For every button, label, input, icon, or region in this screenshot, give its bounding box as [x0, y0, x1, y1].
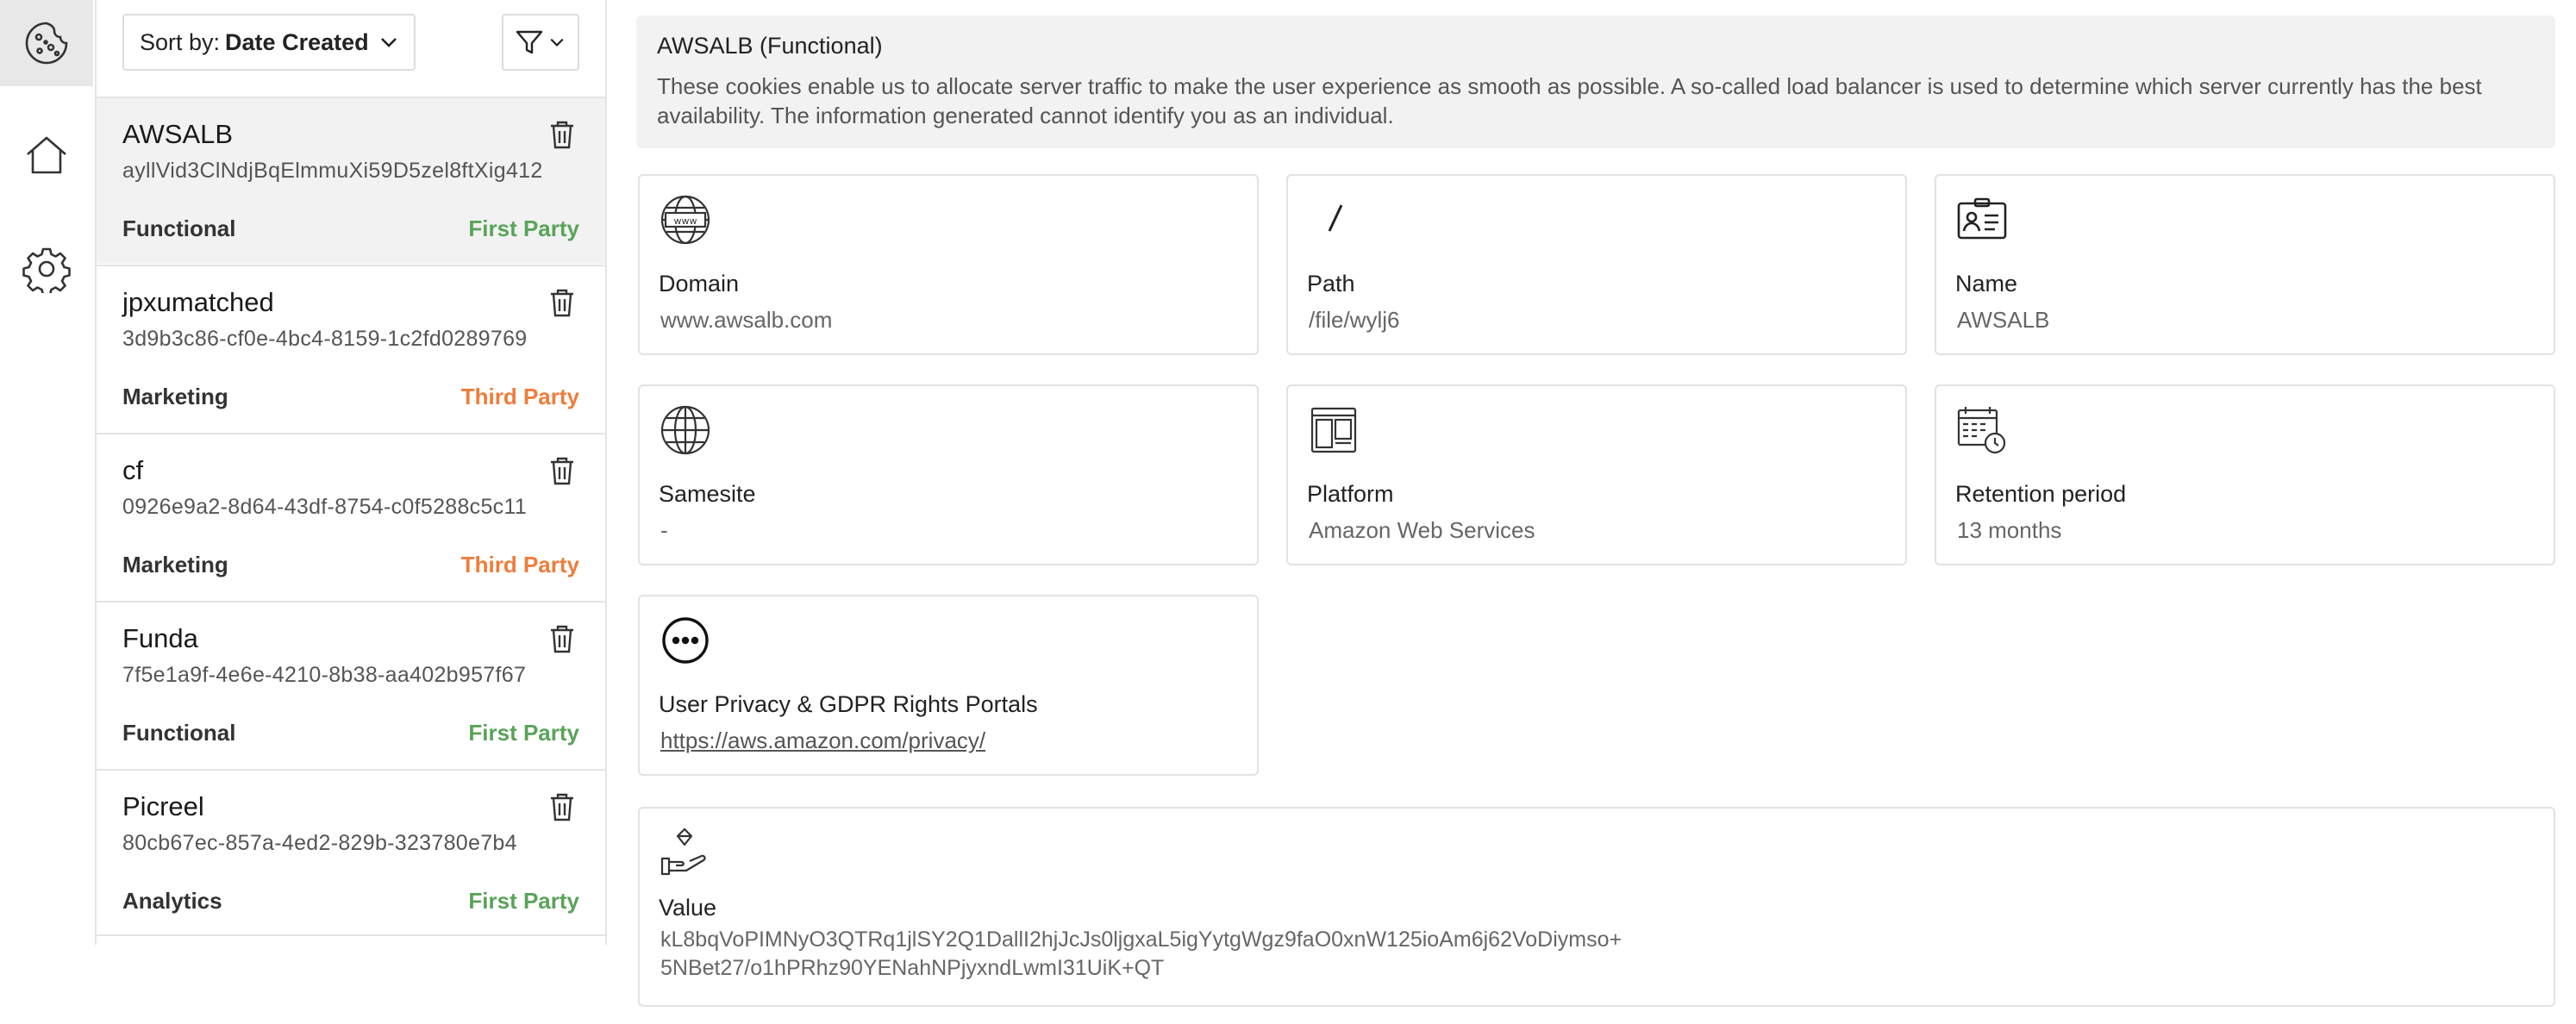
trash-icon[interactable]	[545, 621, 579, 656]
retention-value: 13 months	[1957, 517, 2062, 543]
cookie-party: Third Party	[460, 384, 579, 409]
gear-icon	[22, 247, 71, 293]
id-card-icon	[1957, 197, 2007, 240]
cookie-list-panel: Sort by: Date Created AWSALB ayllVid3ClN…	[95, 0, 607, 945]
name-card: Name AWSALB	[1935, 174, 2555, 355]
platform-label: Platform	[1307, 481, 1394, 507]
left-rail	[0, 0, 93, 1024]
platform-card: Platform Amazon Web Services	[1286, 384, 1907, 565]
domain-value: www.awsalb.com	[660, 307, 833, 333]
cookie-name: AWSALB	[122, 119, 234, 149]
calendar-clock-icon	[1957, 407, 2006, 454]
chevron-down-icon	[550, 38, 564, 47]
cookie-party: First Party	[468, 215, 579, 241]
value-line-1: kL8bqVoPIMNyO3QTRq1jlSY2Q1DallI2hjJcJs0l…	[660, 927, 1623, 952]
list-toolbar: Sort by: Date Created	[97, 0, 605, 97]
filter-button[interactable]	[502, 14, 579, 71]
path-card: Path /file/wylj6	[1286, 174, 1907, 355]
cookie-detail-header: AWSALB (Functional) These cookies enable…	[636, 16, 2555, 148]
samesite-label: Samesite	[659, 481, 756, 507]
privacy-link[interactable]: https://aws.amazon.com/privacy/	[660, 727, 985, 754]
samesite-value: -	[660, 517, 668, 543]
detail-title: AWSALB (Functional)	[657, 33, 883, 59]
cookie-list-item[interactable]: cf 0926e9a2-8d64-43df-8754-c0f5288c5c11 …	[97, 433, 605, 600]
platform-value: Amazon Web Services	[1309, 517, 1535, 543]
retention-label: Retention period	[1955, 481, 2127, 507]
privacy-label: User Privacy & GDPR Rights Portals	[659, 691, 1038, 717]
cookie-party: Third Party	[460, 552, 579, 578]
filter-icon	[516, 30, 543, 54]
sort-prefix: Sort by:	[140, 28, 221, 55]
name-value: AWSALB	[1957, 307, 2050, 333]
cookie-name: Funda	[122, 623, 198, 653]
cookie-category: Analytics	[122, 888, 222, 914]
cookie-list-item[interactable]: AWSALB ayllVid3ClNdjBqElmmuXi59D5zel8ftX…	[97, 97, 605, 264]
rail-cookie-button[interactable]	[0, 0, 93, 86]
globe-icon	[660, 405, 710, 455]
privacy-card: User Privacy & GDPR Rights Portals https…	[638, 595, 1259, 776]
domain-label: Domain	[659, 271, 740, 297]
cookie-id: 7f5e1a9f-4e6e-4210-8b38-aa402b957f67	[122, 663, 527, 687]
home-icon	[27, 136, 66, 174]
detail-description: These cookies enable us to allocate serv…	[657, 73, 2482, 128]
more-options-icon	[662, 617, 709, 664]
cookie-party: First Party	[468, 888, 579, 914]
sort-value: Date Created	[225, 28, 369, 55]
value-card: Value kL8bqVoPIMNyO3QTRq1jlSY2Q1DallI2hj…	[638, 807, 2555, 1007]
domain-card: www Domain www.awsalb.com	[638, 174, 1259, 355]
value-line-2: 5NBet27/o1hPRhz90YENahNPjyxndLwmI31UiK+Q…	[660, 956, 1165, 980]
value-content: kL8bqVoPIMNyO3QTRq1jlSY2Q1DallI2hjJcJs0l…	[660, 926, 1622, 983]
cookie-category: Marketing	[122, 552, 228, 578]
slash-icon	[1328, 204, 1343, 232]
hand-diamond-icon	[660, 827, 706, 876]
cookie-icon	[25, 22, 68, 65]
path-label: Path	[1307, 271, 1355, 297]
cookie-party: First Party	[468, 720, 579, 746]
cookie-id: 0926e9a2-8d64-43df-8754-c0f5288c5c11	[122, 495, 528, 519]
cookie-id: 80cb67ec-857a-4ed2-829b-323780e7b4	[122, 831, 517, 855]
cookie-name: Picreel	[122, 791, 204, 821]
cookie-id: ayllVid3ClNdjBqElmmuXi59D5zel8ftXig412	[122, 159, 543, 183]
svg-text:www: www	[674, 215, 697, 227]
cookie-category: Marketing	[122, 384, 228, 409]
platform-devices-icon	[1310, 407, 1357, 453]
trash-icon[interactable]	[545, 117, 579, 152]
trash-icon[interactable]	[545, 453, 579, 488]
samesite-card: Samesite -	[638, 384, 1259, 565]
cookie-id: 3d9b3c86-cf0e-4bc4-8159-1c2fd0289769	[122, 327, 528, 351]
cookie-category: Functional	[122, 215, 236, 241]
cookie-list-item[interactable]: Funda 7f5e1a9f-4e6e-4210-8b38-aa402b957f…	[97, 601, 605, 768]
cookie-name: jpxumatched	[122, 287, 274, 317]
trash-icon[interactable]	[545, 285, 579, 320]
rail-home-button[interactable]	[0, 112, 93, 198]
cookie-list-item[interactable]: Picreel 80cb67ec-857a-4ed2-829b-323780e7…	[97, 769, 605, 936]
name-label: Name	[1955, 271, 2018, 297]
sort-dropdown[interactable]: Sort by: Date Created	[122, 14, 416, 71]
path-value: /file/wylj6	[1309, 307, 1400, 333]
value-label: Value	[659, 895, 717, 921]
cookie-category: Functional	[122, 720, 236, 746]
rail-settings-button[interactable]	[0, 226, 93, 312]
cookie-list-item[interactable]: jpxumatched 3d9b3c86-cf0e-4bc4-8159-1c2f…	[97, 265, 605, 432]
chevron-down-icon	[380, 38, 397, 47]
trash-icon[interactable]	[545, 790, 579, 824]
cookie-name: cf	[122, 455, 144, 485]
retention-card: Retention period 13 months	[1935, 384, 2555, 565]
globe-www-icon: www	[660, 195, 710, 245]
